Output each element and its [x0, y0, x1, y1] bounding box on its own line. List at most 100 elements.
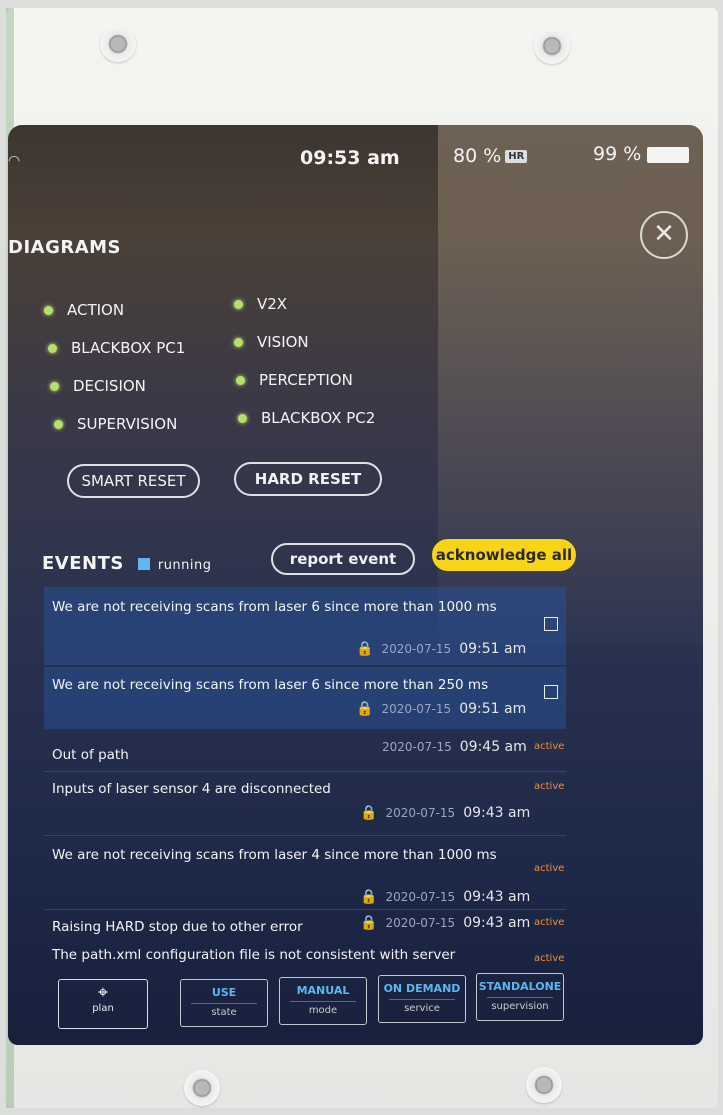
diagram-item-label: V2X	[257, 295, 288, 313]
diagram-item[interactable]: PERCEPTION	[236, 371, 353, 389]
screw-top-right	[534, 28, 570, 64]
event-status-badge: active	[534, 863, 565, 874]
status-time: 09:53 am	[300, 147, 400, 169]
tab-supervision-value: STANDALONE	[478, 980, 562, 993]
status-dot-icon	[54, 420, 63, 429]
running-label: running	[157, 558, 212, 573]
events-list: We are not receiving scans from laser 6 …	[44, 587, 566, 947]
event-date: 2020-07-15	[385, 916, 456, 930]
diagram-item-label: DECISION	[73, 377, 146, 395]
plan-label: plan	[92, 1003, 114, 1014]
status-dot-icon	[50, 382, 59, 391]
screw-bottom-left	[184, 1070, 220, 1106]
diagrams-title: DIAGRAMS	[8, 237, 122, 258]
event-row[interactable]: Out of path 2020-07-15 09:45 am active	[44, 733, 566, 769]
event-timestamp: 🔒 2020-07-15 09:51 am	[356, 701, 526, 717]
event-message: We are not receiving scans from laser 4 …	[52, 847, 497, 863]
lock-icon: 🔒	[356, 701, 374, 717]
diagram-item-label: BLACKBOX PC1	[71, 339, 186, 357]
event-timestamp: 🔒 2020-07-15 09:51 am	[356, 641, 526, 657]
event-date: 2020-07-15	[385, 806, 456, 820]
event-date: 2020-07-15	[381, 642, 452, 656]
diagram-item[interactable]: DECISION	[50, 377, 146, 395]
diagram-item-label: VISION	[257, 333, 309, 351]
close-icon: ✕	[653, 219, 675, 249]
diagram-item[interactable]: BLACKBOX PC2	[238, 409, 375, 427]
event-row[interactable]: We are not receiving scans from laser 6 …	[44, 587, 566, 665]
event-row[interactable]: Raising HARD stop due to other error 🔒 20…	[44, 911, 566, 941]
event-row[interactable]: We are not receiving scans from laser 4 …	[44, 839, 566, 907]
diagram-item-label: SUPERVISION	[77, 415, 178, 433]
event-time: 09:43 am	[463, 915, 531, 931]
hr-badge: HR	[505, 150, 528, 163]
row-divider	[44, 909, 566, 910]
report-event-button[interactable]: report event	[271, 543, 415, 575]
lock-icon: 🔒	[360, 889, 378, 905]
event-status-badge: active	[534, 781, 565, 792]
lock-icon: 🔒	[360, 805, 378, 821]
event-status-badge: active	[534, 741, 565, 752]
status-dot-icon	[234, 300, 243, 309]
diagram-item[interactable]: SUPERVISION	[54, 415, 177, 433]
diagram-item-label: PERCEPTION	[259, 371, 353, 389]
close-button[interactable]: ✕	[640, 211, 688, 259]
diagram-item-label: BLACKBOX PC2	[261, 409, 376, 427]
event-date: 2020-07-15	[385, 890, 456, 904]
event-time: 09:51 am	[459, 641, 527, 657]
diagram-item[interactable]: ACTION	[44, 301, 124, 319]
status-bar: ◠ 09:53 am 80 % HR 99 %	[8, 143, 703, 179]
event-checkbox[interactable]	[544, 617, 558, 631]
tab-state-value: USE	[211, 986, 237, 999]
bottom-bar: ⌖ plan USE state MANUAL mode ON DEMAND s…	[8, 967, 703, 1045]
event-time: 09:45 am	[459, 739, 527, 755]
event-timestamp: 🔒 2020-07-15 09:43 am	[360, 889, 530, 905]
status-dot-icon	[238, 414, 247, 423]
event-time: 09:43 am	[463, 889, 531, 905]
event-row[interactable]: Inputs of laser sensor 4 are disconnecte…	[44, 773, 566, 833]
tab-service[interactable]: ON DEMAND service	[378, 975, 466, 1023]
status-dot-icon	[236, 376, 245, 385]
events-title-text: EVENTS	[42, 553, 124, 574]
lock-icon: 🔒	[356, 641, 374, 657]
acknowledge-all-button[interactable]: acknowledge all	[432, 539, 576, 571]
row-divider	[44, 835, 566, 836]
diagram-item[interactable]: BLACKBOX PC1	[48, 339, 185, 357]
lock-icon: 🔒	[360, 915, 378, 931]
event-status-badge: active	[534, 917, 565, 928]
tab-state[interactable]: USE state	[180, 979, 268, 1027]
tab-supervision-label: supervision	[487, 997, 553, 1012]
events-title: EVENTS running	[42, 553, 212, 574]
event-message: The path.xml configuration file is not c…	[52, 947, 456, 963]
tab-mode-label: mode	[290, 1001, 356, 1016]
event-message: We are not receiving scans from laser 6 …	[52, 677, 489, 693]
event-date: 2020-07-15	[382, 740, 452, 754]
event-checkbox[interactable]	[544, 685, 558, 699]
event-message: We are not receiving scans from laser 6 …	[52, 599, 497, 615]
event-time: 09:51 am	[459, 701, 527, 717]
screw-top-left	[100, 26, 136, 62]
event-timestamp: 🔒 2020-07-15 09:43 am	[360, 805, 530, 821]
event-row[interactable]: The path.xml configuration file is not c…	[44, 945, 566, 969]
plan-button[interactable]: ⌖ plan	[58, 979, 148, 1029]
wifi-icon: ◠	[8, 153, 21, 169]
diagram-item-label: ACTION	[67, 301, 125, 319]
tab-mode[interactable]: MANUAL mode	[279, 977, 367, 1025]
event-date: 2020-07-15	[381, 702, 452, 716]
event-status-badge: active	[534, 953, 565, 964]
hard-reset-button[interactable]: HARD RESET	[234, 462, 382, 496]
event-timestamp: 2020-07-15 09:45 am	[382, 739, 527, 755]
tab-mode-value: MANUAL	[296, 984, 350, 997]
running-indicator-icon	[137, 558, 150, 570]
tab-supervision[interactable]: STANDALONE supervision	[476, 973, 564, 1021]
hr-indicator: 80 % HR	[453, 145, 528, 167]
map-pin-icon: ⌖	[97, 982, 109, 1003]
status-dot-icon	[44, 306, 53, 315]
event-message: Inputs of laser sensor 4 are disconnecte…	[52, 781, 331, 797]
diagram-item[interactable]: V2X	[234, 295, 287, 313]
tab-service-label: service	[389, 999, 455, 1014]
event-timestamp: 🔒 2020-07-15 09:43 am	[360, 915, 530, 931]
diagram-item[interactable]: VISION	[234, 333, 309, 351]
event-row[interactable]: We are not receiving scans from laser 6 …	[44, 667, 566, 729]
smart-reset-button[interactable]: SMART RESET	[67, 464, 200, 498]
tab-service-value: ON DEMAND	[383, 982, 461, 995]
